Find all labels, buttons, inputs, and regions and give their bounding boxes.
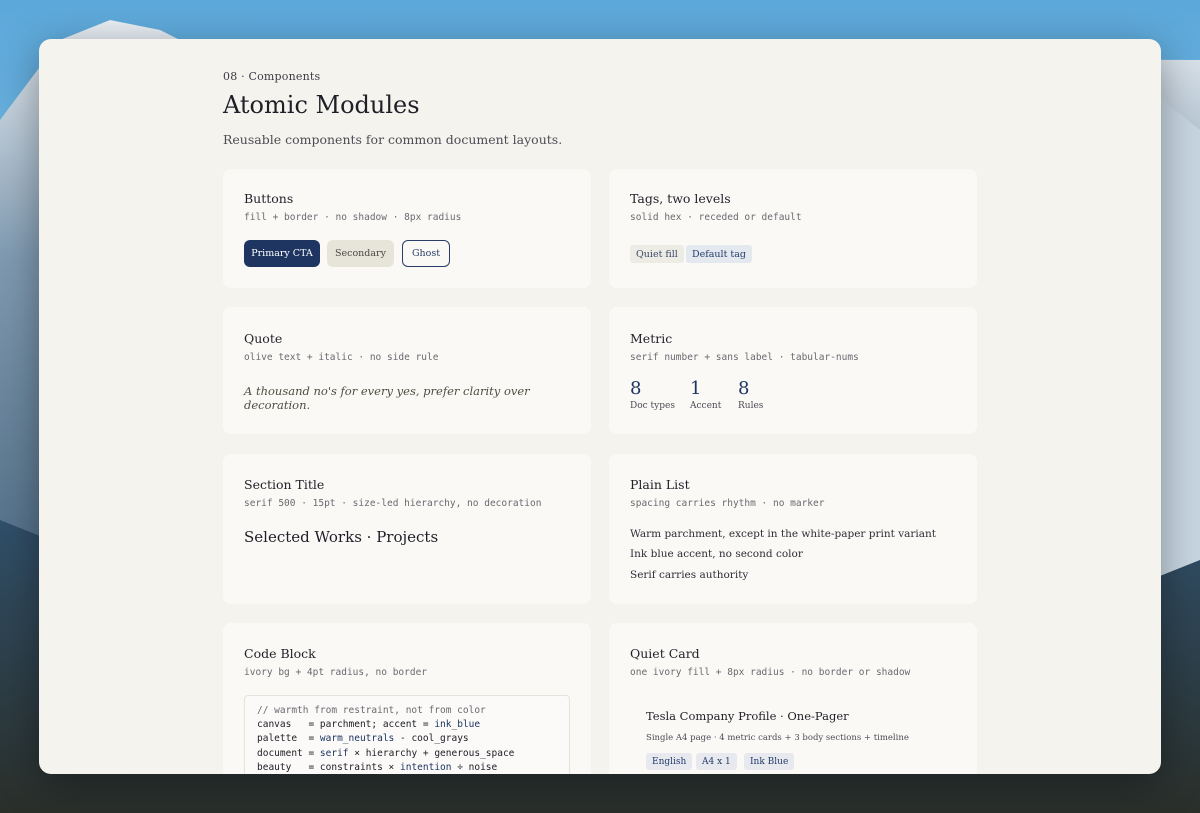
code-text: ÷ noise (451, 761, 498, 773)
code-block-card: Code Block ivory bg + 4pt radius, no bor… (223, 623, 591, 774)
card-title: Section Title (244, 477, 325, 492)
page-title: Atomic Modules (223, 91, 420, 119)
card-title: Code Block (244, 646, 316, 661)
page-subtitle: Reusable components for common document … (223, 132, 563, 147)
section-eyebrow: 08 · Components (223, 70, 321, 83)
ghost-button[interactable]: Ghost (402, 240, 450, 267)
color-tag: Ink Blue (744, 753, 795, 770)
card-title: Plain List (630, 477, 690, 492)
card-meta: ivory bg + 4pt radius, no border (244, 667, 428, 678)
quiet-card-description: Single A4 page · 4 metric cards + 3 body… (646, 733, 909, 743)
metric-accent: 1 Accent (690, 378, 722, 412)
quote-text: A thousand no's for every yes, prefer cl… (244, 384, 530, 412)
metric-card: Metric serif number + sans label · tabul… (609, 307, 977, 434)
language-tag: English (646, 753, 693, 770)
code-accent: serif (319, 747, 349, 759)
code-accent: warm_neutrals (319, 733, 395, 745)
quiet-card: Quiet Card one ivory fill + 8px radius ·… (609, 623, 977, 774)
metric-label: Accent (690, 401, 722, 411)
quiet-card-sample: Tesla Company Profile · One-Pager Single… (630, 695, 956, 774)
list-item: Ink blue accent, no second color (630, 548, 803, 560)
section-title-sample: Selected Works · Projects (244, 528, 439, 546)
code-accent: ink_blue (434, 719, 481, 731)
app-window: 08 · Components Atomic Modules Reusable … (39, 39, 1161, 774)
code-text: palette = (257, 733, 320, 745)
card-meta: serif number + sans label · tabular-nums (630, 352, 859, 363)
card-meta: olive text + italic · no side rule (244, 352, 439, 363)
code-accent: intention (400, 761, 452, 773)
section-title-card: Section Title serif 500 · 15pt · size-le… (223, 454, 591, 604)
quiet-card-title: Tesla Company Profile · One-Pager (646, 709, 849, 723)
quiet-fill-tag: Quiet fill (630, 245, 684, 263)
card-title: Quiet Card (630, 646, 700, 661)
code-comment: // warmth from restraint, not from color (257, 705, 486, 716)
metric-label: Rules (738, 401, 764, 411)
code-text: × hierarchy + generous_space (348, 747, 515, 759)
card-meta: one ivory fill + 8px radius · no border … (630, 667, 911, 678)
buttons-card: Buttons fill + border · no shadow · 8px … (223, 169, 591, 288)
tags-card: Tags, two levels solid hex · receded or … (609, 169, 977, 288)
primary-cta-button[interactable]: Primary CTA (244, 240, 320, 267)
metric-value: 8 (738, 378, 750, 399)
metric-value: 8 (630, 378, 642, 399)
card-title: Quote (244, 331, 283, 346)
card-title: Buttons (244, 191, 294, 206)
quote-card: Quote olive text + italic · no side rule… (223, 307, 591, 434)
card-title: Metric (630, 331, 673, 346)
code-text: - cool_grays (394, 733, 469, 745)
code-block: // warmth from restraint, not from color… (244, 695, 570, 774)
metric-label: Doc types (630, 401, 675, 411)
code-text: canvas = parchment; accent = (257, 719, 435, 731)
code-text: document = (257, 747, 320, 759)
metric-value: 1 (690, 378, 702, 399)
card-meta: serif 500 · 15pt · size-led hierarchy, n… (244, 498, 542, 509)
plain-list-card: Plain List spacing carries rhythm · no m… (609, 454, 977, 604)
card-meta: fill + border · no shadow · 8px radius (244, 212, 462, 223)
page-count-tag: A4 x 1 (696, 753, 737, 770)
card-title: Tags, two levels (630, 191, 731, 206)
list-item: Serif carries authority (630, 569, 749, 581)
card-meta: spacing carries rhythm · no marker (630, 498, 825, 509)
card-meta: solid hex · receded or default (630, 212, 802, 223)
list-item: Warm parchment, except in the white-pape… (630, 528, 937, 540)
default-tag: Default tag (686, 245, 752, 263)
secondary-button[interactable]: Secondary (327, 240, 394, 267)
metric-doc-types: 8 Doc types (630, 378, 675, 412)
code-text: beauty = constraints × (257, 761, 400, 773)
metric-rules: 8 Rules (738, 378, 764, 412)
